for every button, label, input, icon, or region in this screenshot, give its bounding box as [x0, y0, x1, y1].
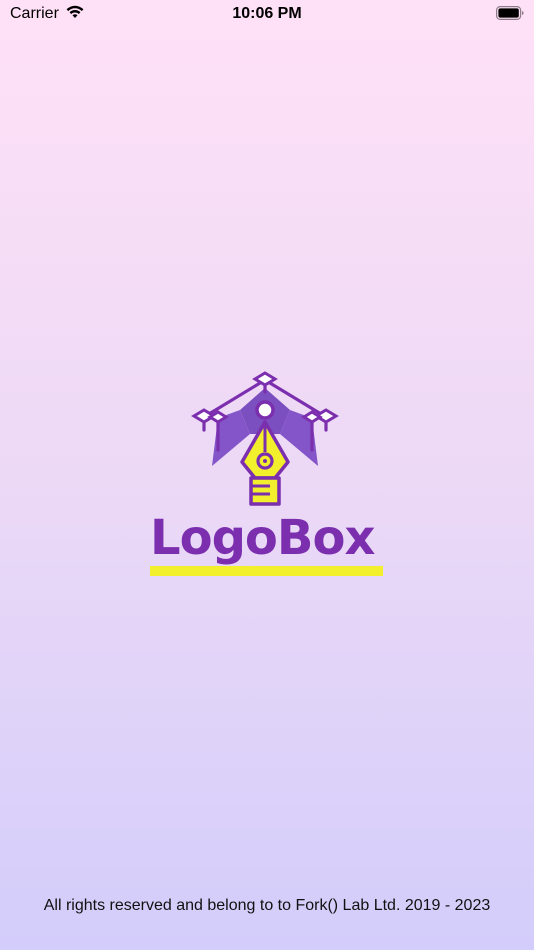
logo-pen-nib-icon: [191, 371, 339, 506]
logo-wordmark: LogoBox: [150, 506, 386, 580]
copyright-footer: All rights reserved and belong to to For…: [43, 897, 491, 914]
battery-icon: [496, 6, 524, 20]
status-bar: Carrier 10:06 PM: [0, 0, 534, 28]
wordmark-text: LogoBox: [150, 510, 375, 566]
status-time: 10:06 PM: [232, 5, 302, 22]
